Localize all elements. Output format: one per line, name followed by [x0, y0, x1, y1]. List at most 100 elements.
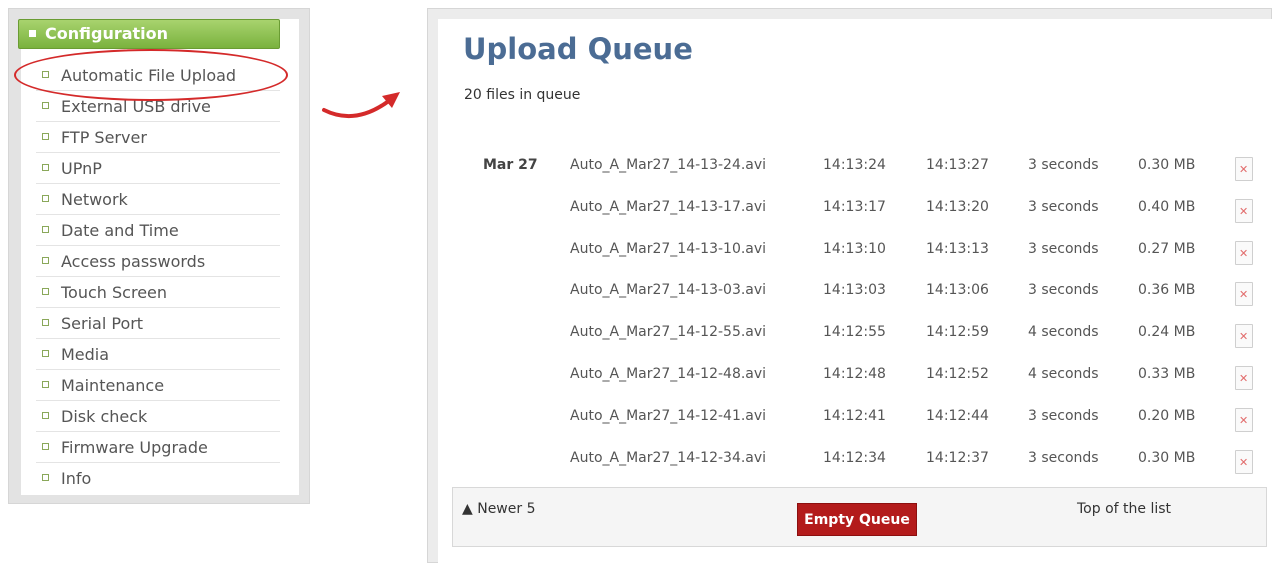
- bullet-icon: [42, 381, 49, 388]
- row-start-time: 14:12:48: [823, 365, 886, 382]
- row-filename: Auto_A_Mar27_14-13-03.avi: [570, 282, 767, 299]
- config-menu-item-label: Touch Screen: [61, 283, 168, 302]
- row-duration: 3 seconds: [1028, 282, 1099, 299]
- bullet-icon: [42, 195, 49, 202]
- table-row: Auto_A_Mar27_14-12-41.avi 14:12:41 14:12:4…: [463, 399, 1263, 441]
- delete-file-icon[interactable]: [1235, 449, 1253, 474]
- config-menu-item-label: Serial Port: [61, 314, 144, 333]
- config-menu-item[interactable]: Maintenance: [36, 370, 280, 401]
- config-menu-item[interactable]: Disk check: [36, 401, 280, 432]
- bullet-icon: [42, 226, 49, 233]
- config-menu-item[interactable]: Automatic File Upload: [36, 60, 280, 91]
- newer-page-link[interactable]: ▲ Newer 5: [462, 501, 535, 517]
- row-end-time: 14:13:06: [926, 282, 989, 299]
- config-menu-item[interactable]: Media: [36, 339, 280, 370]
- config-menu-item-label: Firmware Upgrade: [61, 438, 208, 457]
- delete-file-icon[interactable]: [1235, 240, 1253, 265]
- row-start-time: 14:13:03: [823, 282, 886, 299]
- bullet-icon: [42, 319, 49, 326]
- delete-file-icon[interactable]: [1235, 198, 1253, 223]
- config-menu-item[interactable]: FTP Server: [36, 122, 280, 153]
- row-end-time: 14:12:52: [926, 365, 989, 382]
- config-menu-item-label: UPnP: [61, 159, 102, 178]
- config-menu-item-label: Media: [61, 345, 110, 364]
- row-start-time: 14:12:34: [823, 449, 886, 466]
- bullet-icon: [42, 257, 49, 264]
- row-duration: 3 seconds: [1028, 240, 1099, 257]
- config-menu-header-label: Configuration: [45, 24, 169, 43]
- row-duration: 3 seconds: [1028, 157, 1099, 173]
- row-size: 0.40 MB: [1138, 198, 1196, 215]
- config-menu-item-label: Info: [61, 469, 92, 488]
- row-filename: Auto_A_Mar27_14-13-10.avi: [570, 240, 767, 257]
- config-menu-item[interactable]: Firmware Upgrade: [36, 432, 280, 463]
- row-filename: Auto_A_Mar27_14-13-17.avi: [570, 198, 767, 215]
- row-date: Mar 27: [483, 157, 538, 173]
- empty-queue-button[interactable]: Empty Queue: [797, 503, 917, 536]
- row-filename: Auto_A_Mar27_14-12-48.avi: [570, 365, 767, 382]
- row-end-time: 14:13:27: [926, 157, 989, 173]
- config-menu-item[interactable]: Date and Time: [36, 215, 280, 246]
- config-menu-item[interactable]: External USB drive: [36, 91, 280, 122]
- delete-file-icon[interactable]: [1235, 365, 1253, 390]
- row-end-time: 14:12:59: [926, 324, 989, 341]
- table-row: Mar 27 Auto_A_Mar27_14-13-24.avi 14:13:24 1…: [463, 148, 1263, 190]
- row-size: 0.27 MB: [1138, 240, 1196, 257]
- delete-file-icon[interactable]: [1235, 157, 1253, 181]
- config-menu-item[interactable]: Serial Port: [36, 308, 280, 339]
- table-row: Auto_A_Mar27_14-12-34.avi 14:12:34 14:12:3…: [463, 441, 1263, 483]
- bullet-icon: [42, 443, 49, 450]
- config-menu-item[interactable]: UPnP: [36, 153, 280, 184]
- row-end-time: 14:13:20: [926, 198, 989, 215]
- row-start-time: 14:13:10: [823, 240, 886, 257]
- config-menu-item[interactable]: Network: [36, 184, 280, 215]
- page-title: Upload Queue: [463, 32, 693, 66]
- bullet-icon: [42, 102, 49, 109]
- row-duration: 3 seconds: [1028, 407, 1099, 424]
- row-filename: Auto_A_Mar27_14-13-24.avi: [570, 157, 767, 173]
- bullet-icon: [42, 164, 49, 171]
- config-menu-item[interactable]: Touch Screen: [36, 277, 280, 308]
- config-menu-item-label: Network: [61, 190, 128, 209]
- row-filename: Auto_A_Mar27_14-12-34.avi: [570, 449, 767, 466]
- row-size: 0.30 MB: [1138, 449, 1196, 466]
- row-size: 0.36 MB: [1138, 282, 1196, 299]
- bullet-icon: [42, 412, 49, 419]
- config-menu-item-label: Access passwords: [61, 252, 206, 271]
- bullet-icon: [42, 288, 49, 295]
- row-size: 0.33 MB: [1138, 365, 1196, 382]
- config-menu-item[interactable]: Access passwords: [36, 246, 280, 277]
- row-duration: 3 seconds: [1028, 198, 1099, 215]
- top-of-list-label: Top of the list: [1077, 501, 1172, 517]
- config-menu-item[interactable]: Info: [36, 463, 280, 494]
- config-menu-list: Automatic File Upload External USB drive F…: [36, 60, 280, 494]
- bullet-icon: [42, 133, 49, 140]
- delete-file-icon[interactable]: [1235, 282, 1253, 307]
- row-end-time: 14:12:37: [926, 449, 989, 466]
- config-menu-header[interactable]: Configuration: [18, 19, 280, 49]
- row-start-time: 14:13:17: [823, 198, 886, 215]
- table-row: Auto_A_Mar27_14-12-48.avi 14:12:48 14:12:5…: [463, 357, 1263, 399]
- delete-file-icon[interactable]: [1235, 324, 1253, 349]
- upload-queue-table: Mar 27 Auto_A_Mar27_14-13-24.avi 14:13:24 1…: [463, 148, 1263, 482]
- config-menu-item-label: Date and Time: [61, 221, 179, 240]
- config-menu-item-label: External USB drive: [61, 97, 211, 116]
- config-menu-item-label: Maintenance: [61, 376, 165, 395]
- row-size: 0.24 MB: [1138, 324, 1196, 341]
- row-start-time: 14:12:41: [823, 407, 886, 424]
- row-filename: Auto_A_Mar27_14-12-41.avi: [570, 407, 767, 424]
- row-end-time: 14:13:13: [926, 240, 989, 257]
- delete-file-icon[interactable]: [1235, 407, 1253, 432]
- config-menu-item-label: FTP Server: [61, 128, 147, 147]
- header-square-icon: [29, 30, 36, 37]
- table-row: Auto_A_Mar27_14-13-17.avi 14:13:17 14:13:2…: [463, 190, 1263, 232]
- row-duration: 3 seconds: [1028, 449, 1099, 466]
- curved-arrow-icon: [322, 92, 400, 118]
- config-menu-item-label: Automatic File Upload: [61, 66, 237, 85]
- row-size: 0.30 MB: [1138, 157, 1196, 173]
- config-menu-item-label: Disk check: [61, 407, 148, 426]
- row-filename: Auto_A_Mar27_14-12-55.avi: [570, 324, 767, 341]
- bullet-icon: [42, 71, 49, 78]
- table-row: Auto_A_Mar27_14-13-10.avi 14:13:10 14:13:1…: [463, 232, 1263, 274]
- row-start-time: 14:12:55: [823, 324, 886, 341]
